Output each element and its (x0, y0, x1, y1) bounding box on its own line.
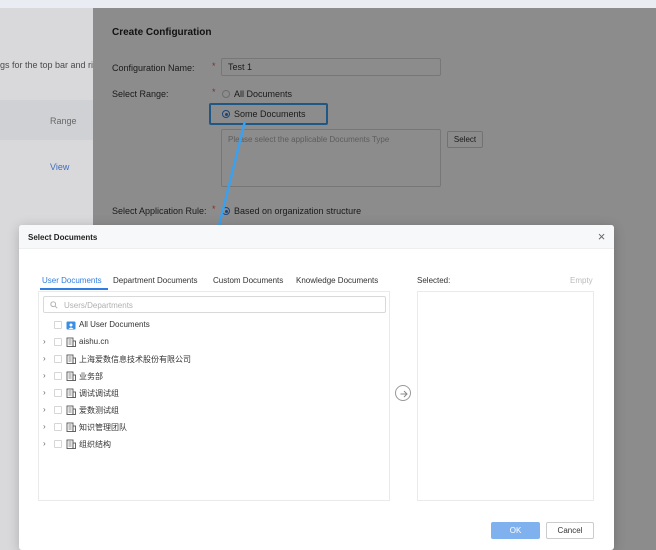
tree-node-label: All User Documents (79, 320, 150, 329)
building-icon (66, 337, 76, 347)
tab-user-documents[interactable]: User Documents (42, 276, 102, 285)
tree-checkbox[interactable] (54, 321, 62, 329)
tree-row[interactable]: › 知识管理团队 (39, 420, 379, 434)
tree-checkbox[interactable] (54, 406, 62, 414)
tree-checkbox[interactable] (54, 440, 62, 448)
add-to-selected-button[interactable] (395, 385, 411, 401)
search-placeholder: Users/Departments (64, 301, 133, 310)
dialog-title: Select Documents (28, 233, 98, 242)
tree-node-label: 调试调试组 (79, 389, 119, 398)
tree-checkbox[interactable] (54, 423, 62, 431)
tree-checkbox[interactable] (54, 338, 62, 346)
tree-checkbox[interactable] (54, 372, 62, 380)
building-icon (66, 371, 76, 381)
tree-node-label: aishu.cn (79, 337, 109, 346)
user-tree-panel: Users/Departments All User Documents › a… (38, 291, 390, 501)
tab-knowledge-documents[interactable]: Knowledge Documents (296, 276, 378, 285)
tree-node-label: 爱数测试组 (79, 406, 119, 415)
chevron-right-icon[interactable]: › (43, 423, 49, 431)
chevron-right-icon[interactable]: › (43, 338, 49, 346)
selected-list-panel (417, 291, 594, 501)
tree-row[interactable]: › 组织结构 (39, 437, 379, 451)
active-tab-indicator (40, 288, 108, 290)
tree-row[interactable]: › aishu.cn (39, 335, 379, 349)
building-icon (66, 405, 76, 415)
dialog-header (19, 225, 614, 249)
cancel-button[interactable]: Cancel (546, 522, 594, 539)
building-icon (66, 422, 76, 432)
tree-row[interactable]: › 业务部 (39, 369, 379, 383)
top-bar (0, 0, 656, 8)
selected-label: Selected: (417, 276, 451, 285)
tree-row[interactable]: › 爱数测试组 (39, 403, 379, 417)
tree-node-label: 上海爱数信息技术股份有限公司 (79, 355, 191, 364)
ok-button[interactable]: OK (491, 522, 540, 539)
search-input[interactable]: Users/Departments (43, 296, 386, 313)
tab-department-documents[interactable]: Department Documents (113, 276, 197, 285)
tree-row[interactable]: › 上海爱数信息技术股份有限公司 (39, 352, 379, 366)
user-folder-icon (66, 321, 76, 330)
building-icon (66, 354, 76, 364)
select-documents-dialog: Select Documents × User Documents Depart… (19, 225, 614, 550)
building-icon (66, 388, 76, 398)
tree-node-label: 知识管理团队 (79, 423, 127, 432)
tree-row[interactable]: All User Documents (39, 318, 379, 332)
tree-row[interactable]: › 调试调试组 (39, 386, 379, 400)
search-icon (50, 301, 58, 309)
chevron-right-icon[interactable]: › (43, 406, 49, 414)
tree-checkbox[interactable] (54, 355, 62, 363)
chevron-right-icon[interactable]: › (43, 355, 49, 363)
chevron-right-icon[interactable]: › (43, 372, 49, 380)
tree-node-label: 业务部 (79, 372, 103, 381)
chevron-right-icon[interactable]: › (43, 440, 49, 448)
tree-checkbox[interactable] (54, 389, 62, 397)
chevron-right-icon[interactable]: › (43, 389, 49, 397)
empty-selection-link[interactable]: Empty (570, 276, 593, 285)
tab-custom-documents[interactable]: Custom Documents (213, 276, 283, 285)
tree-node-label: 组织结构 (79, 440, 111, 449)
arrow-right-icon (400, 390, 408, 398)
building-icon (66, 439, 76, 449)
close-icon[interactable]: × (595, 230, 608, 243)
